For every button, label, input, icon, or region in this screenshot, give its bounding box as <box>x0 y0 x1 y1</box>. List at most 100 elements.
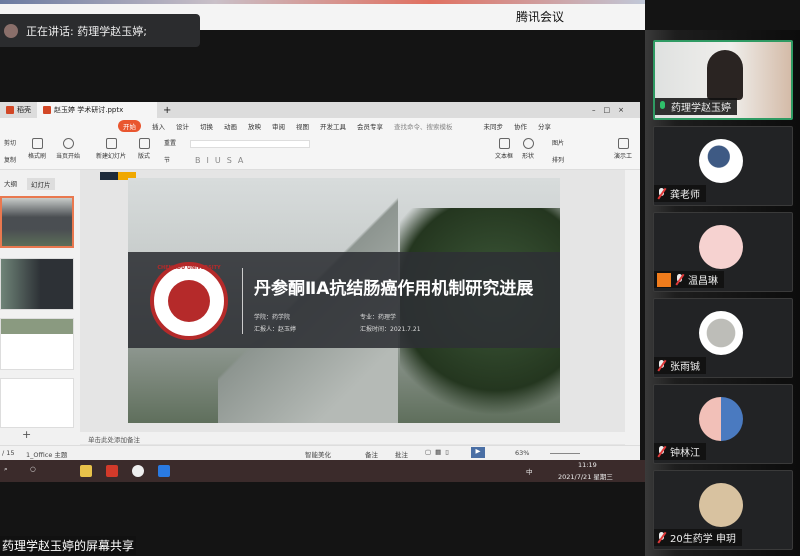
menu-design[interactable]: 设计 <box>176 121 189 131</box>
menu-insert[interactable]: 插入 <box>152 121 165 131</box>
mic-muted-icon <box>657 360 666 371</box>
tab-docer[interactable]: 稻壳 <box>0 102 37 118</box>
file-explorer-icon[interactable] <box>80 465 92 477</box>
command-search[interactable]: 查找命令、搜索模板 <box>394 121 453 131</box>
tab-pptx[interactable]: 赵玉婷 学术研讨.pptx <box>37 102 157 118</box>
theme-name: 1_Office 主题 <box>26 451 68 459</box>
comment-button[interactable]: 批注 <box>395 449 408 459</box>
notes-button[interactable]: 备注 <box>365 449 378 459</box>
university-logo: CHENGDU UNIVERSITY <box>150 262 228 340</box>
slide-deco <box>100 172 118 180</box>
participant-panel: 药理学赵玉婷 龚老师 温昌琳 张雨铖 钟林江 20生药学 申玥 <box>645 30 800 556</box>
tab-outline[interactable]: 大纲 <box>4 178 17 190</box>
ribbon-menu: 开始 插入 设计 切换 动画 放映 审阅 视图 开发工具 会员专享 查找命令、搜… <box>0 118 640 134</box>
mic-muted-icon <box>657 188 666 199</box>
menu-view[interactable]: 视图 <box>296 121 309 131</box>
menu-member[interactable]: 会员专享 <box>357 121 383 131</box>
menu-developer[interactable]: 开发工具 <box>320 121 346 131</box>
font-style-buttons[interactable]: BIUSA <box>195 156 249 165</box>
app-title: 腾讯会议 <box>515 10 564 24</box>
textbox-icon <box>498 138 510 149</box>
notes-field[interactable]: 单击此处添加备注 <box>80 432 625 444</box>
taskbar: ⌕ ○ 中 11:19 2021/7/21 星期三 <box>0 460 645 482</box>
participant-name: 龚老师 <box>670 190 700 201</box>
slide-thumbnail-3[interactable] <box>0 318 74 370</box>
screen-share-label: 药理学赵玉婷的屏幕共享 <box>0 536 137 555</box>
play-from-current-button[interactable]: 当页开始 <box>56 138 80 160</box>
participant-tile[interactable]: 药理学赵玉婷 <box>653 40 793 120</box>
play-icon <box>62 138 74 149</box>
ime-indicator[interactable]: 中 <box>526 466 533 476</box>
play-slideshow-button[interactable]: ▶ <box>471 447 485 458</box>
share-button[interactable]: 分享 <box>538 121 551 131</box>
shape-icon <box>522 138 534 149</box>
clock-date[interactable]: 2021/7/21 星期三 <box>558 471 613 481</box>
cortana-icon[interactable]: ○ <box>30 465 36 473</box>
new-slide-button[interactable]: 新建幻灯片 <box>96 138 126 160</box>
participant-tile[interactable]: 龚老师 <box>653 126 793 206</box>
layout-button[interactable]: 版式 <box>138 138 150 160</box>
font-select[interactable] <box>190 140 310 148</box>
new-tab-button[interactable]: + <box>163 105 171 116</box>
slide-title[interactable]: 丹参酮ⅡA抗结肠癌作用机制研究进展 <box>254 274 533 299</box>
zoom-level[interactable]: 63% <box>515 449 529 457</box>
slide: CHENGDU UNIVERSITY 丹参酮ⅡA抗结肠癌作用机制研究进展 学院：… <box>128 178 560 423</box>
participant-tile[interactable]: 钟林江 <box>653 384 793 464</box>
mic-on-icon <box>658 101 667 112</box>
label: 当页开始 <box>56 153 81 160</box>
beautify-button[interactable]: 智能美化 <box>305 449 331 459</box>
label: 形状 <box>522 153 535 160</box>
menu-animation[interactable]: 动画 <box>224 121 237 131</box>
participant-name-tag: 药理学赵玉婷 <box>655 98 737 115</box>
tencent-meeting-icon[interactable] <box>158 465 170 477</box>
participant-tile[interactable]: 温昌琳 <box>653 212 793 292</box>
participant-tile[interactable]: 20生药学 申玥 <box>653 470 793 550</box>
tab-bar: 稻壳 赵玉婷 学术研讨.pptx + –□× <box>0 102 640 118</box>
reset-button[interactable]: 重置 <box>164 138 176 147</box>
menu-review[interactable]: 审阅 <box>272 121 285 131</box>
slide-thumbnail-2[interactable] <box>0 258 74 310</box>
menu-transition[interactable]: 切换 <box>200 121 213 131</box>
view-buttons[interactable]: ▢▦▯ <box>425 448 453 456</box>
avatar <box>699 483 743 527</box>
arrange-button[interactable]: 排列 <box>552 155 564 164</box>
shape-button[interactable]: 形状 <box>522 138 534 160</box>
clock-time[interactable]: 11:19 <box>578 461 597 469</box>
present-tools-button[interactable]: 演示工 <box>614 138 632 160</box>
speaking-indicator: 正在讲话: 药理学赵玉婷; <box>0 14 200 47</box>
label: 新建幻灯片 <box>96 153 127 160</box>
tab-label: 赵玉婷 学术研讨.pptx <box>54 106 124 114</box>
slide-thumbnail-4[interactable] <box>0 378 74 428</box>
present-icon <box>617 138 629 149</box>
avatar <box>699 311 743 355</box>
search-icon[interactable]: ⌕ <box>4 465 8 474</box>
participant-tile[interactable]: 张雨铖 <box>653 298 793 378</box>
label: 演示工 <box>614 153 633 160</box>
slide-thumbnail-1[interactable] <box>0 196 74 248</box>
menu-slideshow[interactable]: 放映 <box>248 121 261 131</box>
wps-icon[interactable] <box>106 465 118 477</box>
mic-muted-icon <box>657 446 666 457</box>
participant-name-tag: 张雨铖 <box>654 357 706 374</box>
menu-start[interactable]: 开始 <box>118 120 141 132</box>
cut-button[interactable]: 剪切 <box>4 138 16 147</box>
picture-button[interactable]: 图片 <box>552 138 564 147</box>
date: 汇报时间：2021.7.21 <box>360 326 421 333</box>
major: 专业：药理学 <box>360 314 397 321</box>
participant-video <box>707 50 743 100</box>
app-icon[interactable] <box>132 465 144 477</box>
participant-name-tag: 钟林江 <box>654 443 706 460</box>
section-button[interactable]: 节 <box>164 155 170 164</box>
window-controls[interactable]: –□× <box>592 106 632 114</box>
zoom-slider[interactable] <box>550 453 580 454</box>
add-slide-button[interactable]: + <box>22 428 31 441</box>
sync-status[interactable]: 未同步 <box>484 121 504 131</box>
layout-icon <box>138 138 150 149</box>
participant-name-tag: 温昌琳 <box>654 271 724 288</box>
textbox-button[interactable]: 文本框 <box>495 138 513 160</box>
tab-slides[interactable]: 幻灯片 <box>27 178 55 190</box>
collab-button[interactable]: 协作 <box>514 121 527 131</box>
copy-button[interactable]: 复制 <box>4 155 16 164</box>
format-painter-button[interactable]: 格式刷 <box>28 138 46 160</box>
brush-icon <box>31 138 43 149</box>
